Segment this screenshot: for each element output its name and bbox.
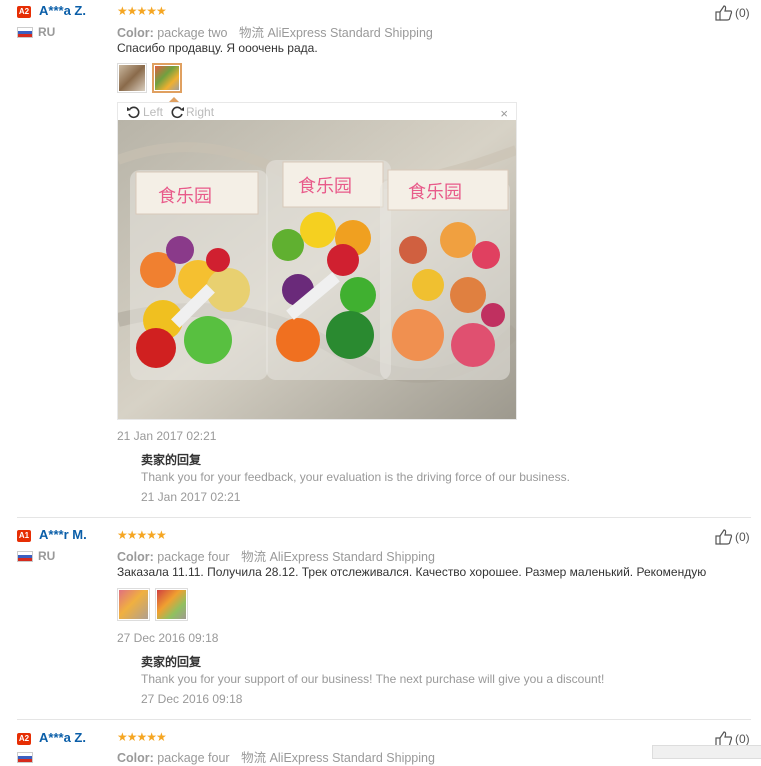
helpful-count: (0) (735, 6, 750, 20)
rotate-left-button[interactable]: Left (126, 105, 163, 119)
review-date: 21 Jan 2017 02:21 (117, 429, 217, 443)
buyer-level-badge: A2 (17, 6, 31, 18)
color-label: Color: (117, 751, 154, 765)
shipping-method: AliExpress Standard Shipping (269, 751, 435, 765)
rotate-right-button[interactable]: Right (169, 105, 214, 119)
review-text: Заказала 11.11. Получила 28.12. Трек отс… (117, 565, 707, 579)
color-label: Color: (117, 26, 154, 40)
close-viewer-icon[interactable]: × (500, 106, 508, 121)
buyer-name: A***a Z. (39, 730, 86, 745)
review-photos (117, 63, 182, 93)
review-divider (17, 719, 751, 720)
buyer-level-badge: A1 (17, 530, 31, 542)
helpful-button[interactable]: (0) (715, 5, 750, 21)
seller-reply-title: 卖家的回复 (141, 655, 202, 669)
shipping-method: AliExpress Standard Shipping (267, 26, 433, 40)
buyer-name: A***a Z. (39, 3, 86, 18)
buyer-name: A***r M. (39, 527, 87, 542)
order-info: Color: package four 物流 AliExpress Standa… (117, 546, 435, 565)
russia-flag-icon (17, 551, 33, 562)
order-info: Color: package two 物流 AliExpress Standar… (117, 22, 433, 41)
rating-stars: ★★★★★ (117, 4, 167, 18)
review-date: 27 Dec 2016 09:18 (117, 631, 219, 645)
buyer-country: RU (38, 25, 56, 39)
rotate-right-label: Right (186, 105, 215, 119)
review-text: Спасибо продавцу. Я ооочень рада. (117, 41, 318, 55)
russia-flag-icon (17, 752, 33, 763)
rotate-left-icon (127, 106, 140, 119)
buyer-country: RU (38, 549, 56, 563)
review-divider (17, 517, 751, 518)
seller-reply-text: Thank you for your feedback, your evalua… (141, 470, 570, 484)
color-value: package two (157, 26, 228, 40)
svg-text:食乐园: 食乐园 (158, 186, 212, 207)
toy-food-photo: 食乐园 食乐园 食乐园 (118, 120, 516, 419)
color-label: Color: (117, 550, 154, 564)
review-photo-thumb[interactable] (152, 63, 182, 93)
seller-reply-date: 27 Dec 2016 09:18 (141, 692, 243, 706)
seller-reply-date: 21 Jan 2017 02:21 (141, 490, 241, 504)
color-value: package four (157, 751, 230, 765)
shipping-label: 物流 (241, 550, 267, 564)
helpful-button[interactable]: (0) (715, 529, 750, 545)
shipping-label: 物流 (238, 26, 264, 40)
rating-stars: ★★★★★ (117, 730, 167, 744)
review-photo-thumb[interactable] (155, 588, 188, 621)
buyer-level-badge: A2 (17, 733, 31, 745)
review-photos (117, 588, 188, 621)
rotate-left-label: Left (143, 105, 164, 119)
color-value: package four (157, 550, 230, 564)
rating-stars: ★★★★★ (117, 528, 167, 542)
review-photo-thumb[interactable] (117, 63, 147, 93)
shipping-method: AliExpress Standard Shipping (269, 550, 435, 564)
svg-text:食乐园: 食乐园 (408, 182, 462, 203)
rotate-right-icon (171, 106, 185, 119)
photo-viewer: Left Right × 食乐园 食乐园 食乐园 (117, 102, 517, 420)
helpful-count: (0) (735, 732, 750, 746)
viewer-toolbar: Left Right (126, 105, 214, 119)
thumbs-up-icon (715, 529, 733, 545)
seller-reply-title: 卖家的回复 (141, 453, 202, 467)
shipping-label: 物流 (241, 751, 267, 765)
svg-text:食乐园: 食乐园 (298, 176, 352, 197)
russia-flag-icon (17, 27, 33, 38)
review-photo-large: 食乐园 食乐园 食乐园 (118, 120, 516, 419)
review-photo-thumb[interactable] (117, 588, 150, 621)
thumbs-up-icon (715, 5, 733, 21)
helpful-count: (0) (735, 530, 750, 544)
seller-reply-text: Thank you for your support of our busine… (141, 672, 605, 686)
